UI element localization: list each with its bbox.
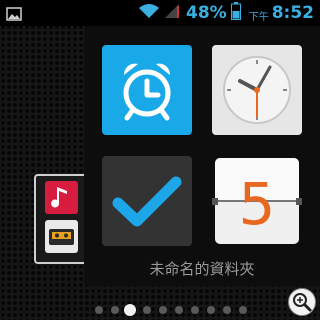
page-dot[interactable]	[159, 306, 167, 314]
page-dot[interactable]	[175, 306, 183, 314]
flip-calendar-icon: 5	[212, 158, 302, 244]
signal-icon	[164, 3, 180, 23]
magnifier-zoom-icon	[293, 293, 312, 312]
folder-thumbnail[interactable]	[34, 174, 88, 264]
checkmark-icon	[112, 176, 182, 227]
page-dot[interactable]	[143, 306, 151, 314]
zoom-button[interactable]	[288, 288, 316, 316]
status-right: 48% 下午 8:52	[138, 0, 314, 26]
page-dot[interactable]	[191, 306, 199, 314]
cassette-icon	[45, 220, 78, 253]
page-dot[interactable]	[111, 306, 119, 314]
calendar-digit: 5	[239, 170, 276, 238]
alarm-clock-icon	[123, 63, 171, 121]
page-indicator	[0, 303, 320, 317]
folder-popup: 5 未命名的資料夾	[84, 26, 320, 286]
page-dot[interactable]	[95, 306, 103, 314]
page-dot[interactable]	[239, 306, 247, 314]
ampm-label: 下午	[248, 11, 269, 23]
app-tasks[interactable]	[102, 156, 192, 246]
page-dot-active[interactable]	[124, 304, 136, 316]
status-time: 8:52	[271, 3, 314, 23]
analog-clock-icon	[223, 56, 291, 124]
battery-percent: 48%	[186, 3, 227, 23]
status-bar: 48% 下午 8:52	[0, 0, 320, 26]
app-calendar[interactable]: 5	[212, 156, 302, 246]
page-dot[interactable]	[207, 306, 215, 314]
app-clock[interactable]	[212, 45, 302, 135]
page-dot[interactable]	[223, 306, 231, 314]
battery-icon	[230, 2, 241, 24]
wifi-icon	[138, 3, 160, 23]
app-alarm[interactable]	[102, 45, 192, 135]
folder-name[interactable]: 未命名的資料夾	[84, 258, 320, 279]
image-notification-icon	[6, 6, 22, 25]
music-note-icon	[45, 181, 78, 214]
